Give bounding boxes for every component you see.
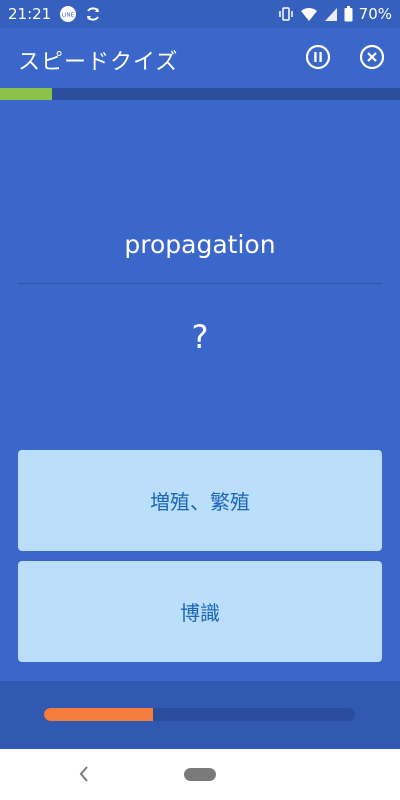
timer-bar (44, 708, 355, 721)
vibrate-icon (278, 6, 294, 22)
question-word: propagation (124, 230, 276, 259)
back-chevron-icon (78, 765, 90, 783)
close-circle-icon (359, 44, 385, 70)
divider (18, 283, 382, 284)
choice-label: 増殖、繁殖 (150, 490, 250, 514)
back-button[interactable] (74, 763, 94, 785)
answer-placeholder: ? (191, 318, 209, 356)
pause-button[interactable] (304, 43, 332, 71)
quiz-progress-fill (0, 88, 52, 100)
close-button[interactable] (358, 43, 386, 71)
sync-icon (85, 6, 101, 22)
choice-button-1[interactable]: 増殖、繁殖 (18, 450, 382, 551)
quiz-progress-bar (0, 88, 400, 100)
timer-fill (44, 708, 153, 721)
wifi-icon (300, 6, 318, 22)
cell-signal-icon (324, 6, 338, 22)
home-pill-icon[interactable] (184, 768, 216, 781)
page-title: スピードクイズ (18, 50, 179, 75)
battery-percent: 70% (358, 5, 392, 23)
status-bar: 21:21 LINE 70% (0, 0, 400, 28)
battery-icon (344, 6, 353, 22)
choice-label: 博識 (180, 601, 220, 625)
svg-text:LINE: LINE (62, 13, 75, 19)
timer-area (0, 681, 400, 749)
navigation-bar (0, 749, 400, 800)
line-app-icon: LINE (59, 5, 77, 23)
pause-circle-icon (305, 44, 331, 70)
choice-button-2[interactable]: 博識 (18, 561, 382, 662)
status-time: 21:21 (8, 5, 52, 23)
app-bar: スピードクイズ (0, 28, 400, 88)
